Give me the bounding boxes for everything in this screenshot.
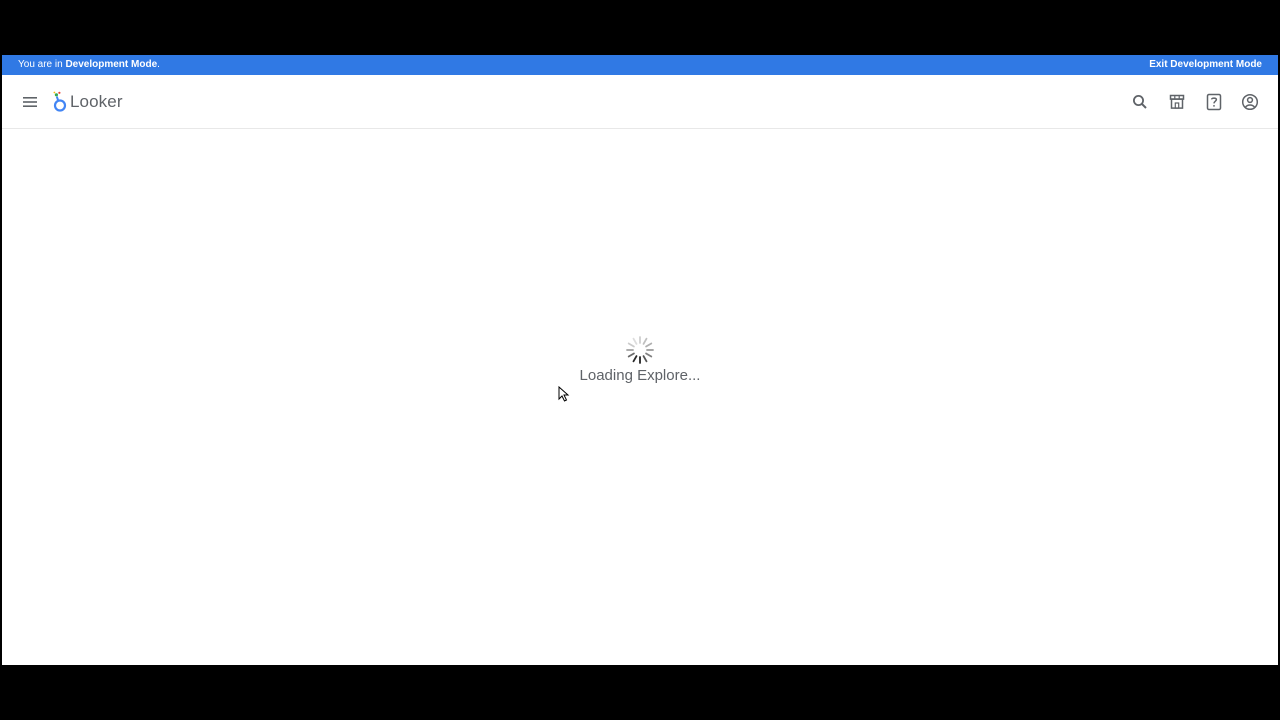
marketplace-icon[interactable]: [1167, 92, 1187, 112]
looker-logo-icon: [53, 91, 67, 112]
mouse-cursor-icon: [558, 385, 570, 402]
looker-logo[interactable]: Looker: [53, 90, 123, 114]
hamburger-menu-icon[interactable]: [20, 92, 40, 112]
help-icon[interactable]: [1204, 92, 1224, 112]
top-navigation-bar: Looker: [2, 75, 1278, 129]
explore-content-area: Loading Explore...: [2, 129, 1278, 665]
loading-message: Loading Explore...: [579, 367, 701, 384]
looker-window: You are in Development Mode. Exit Develo…: [2, 55, 1278, 665]
loading-spinner-icon: [624, 334, 656, 366]
search-icon[interactable]: [1130, 92, 1150, 112]
account-icon[interactable]: [1240, 92, 1260, 112]
development-mode-notice: You are in Development Mode.: [18, 59, 160, 70]
exit-development-mode-link[interactable]: Exit Development Mode: [1149, 55, 1262, 75]
logo-text: Looker: [70, 92, 123, 111]
development-mode-banner: You are in Development Mode. Exit Develo…: [2, 55, 1278, 75]
